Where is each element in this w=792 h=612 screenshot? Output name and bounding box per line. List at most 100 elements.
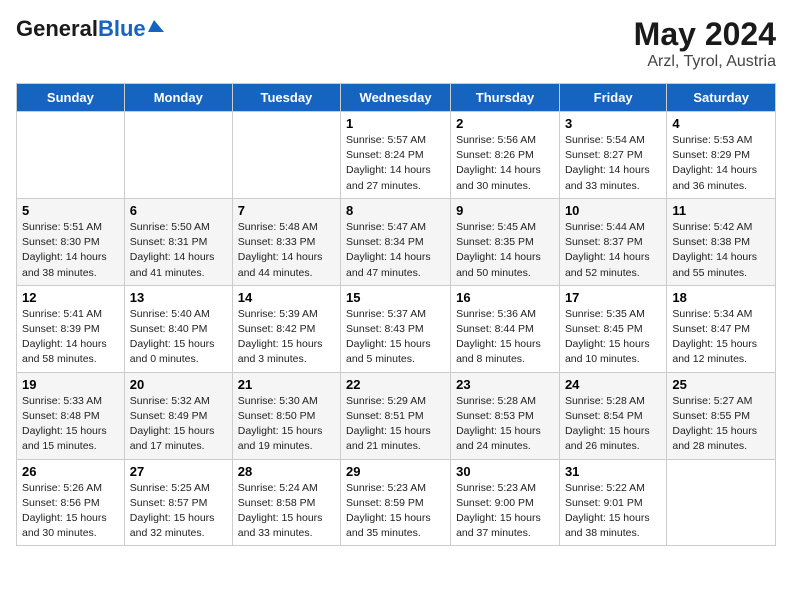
weekday-header-thursday: Thursday [451, 84, 560, 112]
calendar-cell: 11 Sunrise: 5:42 AMSunset: 8:38 PMDayligh… [667, 198, 776, 285]
day-info: Sunrise: 5:23 AMSunset: 9:00 PMDaylight:… [456, 481, 554, 542]
day-info: Sunrise: 5:54 AMSunset: 8:27 PMDaylight:… [565, 133, 661, 194]
day-number: 14 [238, 290, 335, 305]
day-info: Sunrise: 5:35 AMSunset: 8:45 PMDaylight:… [565, 307, 661, 368]
title-block: May 2024 Arzl, Tyrol, Austria [634, 16, 776, 71]
day-number: 13 [130, 290, 227, 305]
day-info: Sunrise: 5:28 AMSunset: 8:54 PMDaylight:… [565, 394, 661, 455]
day-number: 24 [565, 377, 661, 392]
day-info: Sunrise: 5:48 AMSunset: 8:33 PMDaylight:… [238, 220, 335, 281]
day-number: 21 [238, 377, 335, 392]
calendar-table: SundayMondayTuesdayWednesdayThursdayFrid… [16, 83, 776, 546]
day-number: 30 [456, 464, 554, 479]
day-info: Sunrise: 5:34 AMSunset: 8:47 PMDaylight:… [672, 307, 770, 368]
calendar-week-row: 5 Sunrise: 5:51 AMSunset: 8:30 PMDaylight… [17, 198, 776, 285]
calendar-cell: 18 Sunrise: 5:34 AMSunset: 8:47 PMDayligh… [667, 285, 776, 372]
calendar-cell [667, 459, 776, 546]
day-info: Sunrise: 5:50 AMSunset: 8:31 PMDaylight:… [130, 220, 227, 281]
day-info: Sunrise: 5:47 AMSunset: 8:34 PMDaylight:… [346, 220, 445, 281]
day-number: 15 [346, 290, 445, 305]
day-info: Sunrise: 5:42 AMSunset: 8:38 PMDaylight:… [672, 220, 770, 281]
calendar-cell [232, 112, 340, 199]
weekday-header-monday: Monday [124, 84, 232, 112]
calendar-cell: 28 Sunrise: 5:24 AMSunset: 8:58 PMDayligh… [232, 459, 340, 546]
day-info: Sunrise: 5:30 AMSunset: 8:50 PMDaylight:… [238, 394, 335, 455]
weekday-header-wednesday: Wednesday [341, 84, 451, 112]
month-year-title: May 2024 [634, 16, 776, 53]
calendar-cell: 30 Sunrise: 5:23 AMSunset: 9:00 PMDayligh… [451, 459, 560, 546]
calendar-cell: 7 Sunrise: 5:48 AMSunset: 8:33 PMDaylight… [232, 198, 340, 285]
calendar-header: SundayMondayTuesdayWednesdayThursdayFrid… [17, 84, 776, 112]
day-info: Sunrise: 5:51 AMSunset: 8:30 PMDaylight:… [22, 220, 119, 281]
logo: GeneralBlue [16, 16, 166, 42]
day-info: Sunrise: 5:28 AMSunset: 8:53 PMDaylight:… [456, 394, 554, 455]
day-info: Sunrise: 5:41 AMSunset: 8:39 PMDaylight:… [22, 307, 119, 368]
day-number: 5 [22, 203, 119, 218]
calendar-cell: 29 Sunrise: 5:23 AMSunset: 8:59 PMDayligh… [341, 459, 451, 546]
calendar-cell: 22Sunrise: 5:29 AMSunset: 8:51 PMDayligh… [341, 372, 451, 459]
day-info: Sunrise: 5:26 AMSunset: 8:56 PMDaylight:… [22, 481, 119, 542]
day-number: 7 [238, 203, 335, 218]
calendar-cell: 23Sunrise: 5:28 AMSunset: 8:53 PMDayligh… [451, 372, 560, 459]
calendar-cell [17, 112, 125, 199]
weekday-header-tuesday: Tuesday [232, 84, 340, 112]
calendar-cell: 9Sunrise: 5:45 AMSunset: 8:35 PMDaylight… [451, 198, 560, 285]
day-info: Sunrise: 5:29 AMSunset: 8:51 PMDaylight:… [346, 394, 445, 455]
calendar-cell [124, 112, 232, 199]
day-info: Sunrise: 5:22 AMSunset: 9:01 PMDaylight:… [565, 481, 661, 542]
day-number: 11 [672, 203, 770, 218]
day-number: 16 [456, 290, 554, 305]
day-number: 28 [238, 464, 335, 479]
calendar-cell: 1Sunrise: 5:57 AMSunset: 8:24 PMDaylight… [341, 112, 451, 199]
calendar-cell: 2 Sunrise: 5:56 AMSunset: 8:26 PMDaylight… [451, 112, 560, 199]
calendar-cell: 20 Sunrise: 5:32 AMSunset: 8:49 PMDayligh… [124, 372, 232, 459]
calendar-cell: 25Sunrise: 5:27 AMSunset: 8:55 PMDayligh… [667, 372, 776, 459]
day-number: 27 [130, 464, 227, 479]
day-info: Sunrise: 5:53 AMSunset: 8:29 PMDaylight:… [672, 133, 770, 194]
day-number: 20 [130, 377, 227, 392]
logo-icon [148, 18, 166, 36]
weekday-header-saturday: Saturday [667, 84, 776, 112]
day-number: 1 [346, 116, 445, 131]
day-number: 17 [565, 290, 661, 305]
calendar-cell: 17 Sunrise: 5:35 AMSunset: 8:45 PMDayligh… [559, 285, 666, 372]
calendar-body: 1Sunrise: 5:57 AMSunset: 8:24 PMDaylight… [17, 112, 776, 546]
day-number: 29 [346, 464, 445, 479]
calendar-cell: 3 Sunrise: 5:54 AMSunset: 8:27 PMDaylight… [559, 112, 666, 199]
calendar-cell: 4 Sunrise: 5:53 AMSunset: 8:29 PMDaylight… [667, 112, 776, 199]
weekday-header-row: SundayMondayTuesdayWednesdayThursdayFrid… [17, 84, 776, 112]
day-info: Sunrise: 5:23 AMSunset: 8:59 PMDaylight:… [346, 481, 445, 542]
day-number: 3 [565, 116, 661, 131]
calendar-cell: 8 Sunrise: 5:47 AMSunset: 8:34 PMDaylight… [341, 198, 451, 285]
calendar-week-row: 1Sunrise: 5:57 AMSunset: 8:24 PMDaylight… [17, 112, 776, 199]
day-info: Sunrise: 5:25 AMSunset: 8:57 PMDaylight:… [130, 481, 227, 542]
calendar-week-row: 26Sunrise: 5:26 AMSunset: 8:56 PMDayligh… [17, 459, 776, 546]
day-info: Sunrise: 5:36 AMSunset: 8:44 PMDaylight:… [456, 307, 554, 368]
weekday-header-sunday: Sunday [17, 84, 125, 112]
calendar-cell: 16 Sunrise: 5:36 AMSunset: 8:44 PMDayligh… [451, 285, 560, 372]
day-number: 8 [346, 203, 445, 218]
calendar-cell: 12 Sunrise: 5:41 AMSunset: 8:39 PMDayligh… [17, 285, 125, 372]
day-number: 19 [22, 377, 119, 392]
day-number: 6 [130, 203, 227, 218]
calendar-cell: 5 Sunrise: 5:51 AMSunset: 8:30 PMDaylight… [17, 198, 125, 285]
day-number: 18 [672, 290, 770, 305]
calendar-cell: 10Sunrise: 5:44 AMSunset: 8:37 PMDayligh… [559, 198, 666, 285]
day-info: Sunrise: 5:40 AMSunset: 8:40 PMDaylight:… [130, 307, 227, 368]
day-info: Sunrise: 5:27 AMSunset: 8:55 PMDaylight:… [672, 394, 770, 455]
day-info: Sunrise: 5:56 AMSunset: 8:26 PMDaylight:… [456, 133, 554, 194]
weekday-header-friday: Friday [559, 84, 666, 112]
day-info: Sunrise: 5:32 AMSunset: 8:49 PMDaylight:… [130, 394, 227, 455]
day-number: 31 [565, 464, 661, 479]
calendar-cell: 6 Sunrise: 5:50 AMSunset: 8:31 PMDaylight… [124, 198, 232, 285]
day-number: 9 [456, 203, 554, 218]
day-info: Sunrise: 5:39 AMSunset: 8:42 PMDaylight:… [238, 307, 335, 368]
calendar-cell: 26Sunrise: 5:26 AMSunset: 8:56 PMDayligh… [17, 459, 125, 546]
day-number: 12 [22, 290, 119, 305]
day-info: Sunrise: 5:24 AMSunset: 8:58 PMDaylight:… [238, 481, 335, 542]
page-header: GeneralBlue May 2024 Arzl, Tyrol, Austri… [16, 16, 776, 71]
day-info: Sunrise: 5:37 AMSunset: 8:43 PMDaylight:… [346, 307, 445, 368]
day-number: 10 [565, 203, 661, 218]
day-number: 4 [672, 116, 770, 131]
day-number: 2 [456, 116, 554, 131]
